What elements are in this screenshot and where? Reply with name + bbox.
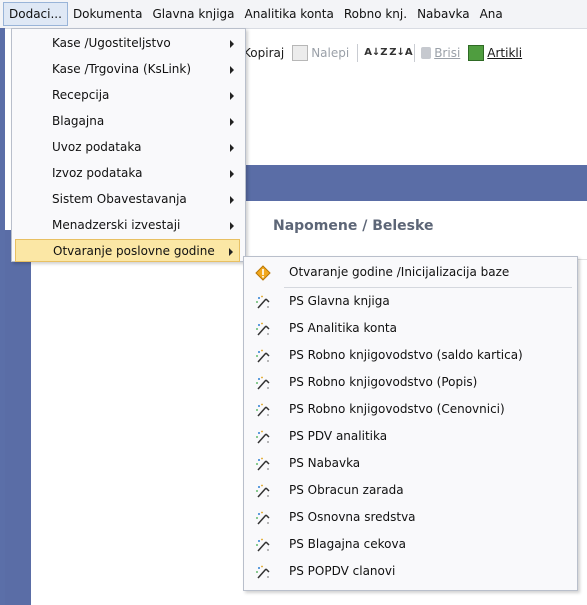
submenu-item-label: PS Nabavka [289,456,361,470]
menu-bar: Dodaci... Dokumenta Glavna knjiga Analit… [0,0,587,29]
submenu-arrow-icon [230,170,234,178]
menu-item-label: Blagajna [52,114,105,128]
menu-item-kase-trgovina[interactable]: Kase /Trgovina (KsLink) [15,58,240,81]
wizard-icon [256,484,270,498]
sort-az-icon: A↓Z [364,47,388,58]
submenu-item-ps-obracun-zarada[interactable]: PS Obracun zarada [247,477,572,504]
menu-item-otvaranje-poslovne-godine[interactable]: Otvaranje poslovne godine [15,239,240,262]
menu-item-label: Kase /Trgovina (KsLink) [52,62,192,76]
submenu-item-label: PS Analitika konta [289,321,397,335]
menu-item-kase-ugostiteljstvo[interactable]: Kase /Ugostiteljstvo [15,32,240,55]
menu-nabavka[interactable]: Nabavka [412,2,475,26]
warning-diamond-icon [255,265,271,281]
menu-item-label: Sistem Obavestavanja [52,192,187,206]
menu-item-blagajna[interactable]: Blagajna [15,110,240,133]
menu-item-label: Uvoz podataka [52,140,142,154]
submenu-item-label: PS Glavna knjiga [289,294,390,308]
toolbar-separator [414,44,416,62]
copy-button[interactable]: Kopiraj [243,46,284,60]
submenu-item-label: PS Blagajna cekova [289,537,406,551]
menu-dokumenta[interactable]: Dokumenta [68,2,148,26]
submenu-item-ps-pdv-analitika[interactable]: PS PDV analitika [247,423,572,450]
submenu-item-ps-nabavka[interactable]: PS Nabavka [247,450,572,477]
submenu-item-label: PS Robno knjigovodstvo (Popis) [289,375,478,389]
delete-button[interactable]: Brisi [421,46,460,60]
submenu-item-ps-robno-popis[interactable]: PS Robno knjigovodstvo (Popis) [247,369,572,396]
menu-dodaci[interactable]: Dodaci... [3,2,68,26]
otvaranje-godine-submenu: Otvaranje godine /Inicijalizacija baze P… [243,256,578,591]
articles-label: Artikli [487,46,523,60]
submenu-item-ps-blagajna-cekova[interactable]: PS Blagajna cekova [247,531,572,558]
wizard-icon [256,511,270,525]
menu-item-label: Kase /Ugostiteljstvo [52,36,171,50]
menu-glavna-knjiga[interactable]: Glavna knjiga [147,2,239,26]
book-icon [468,45,485,61]
menu-item-izvoz-podataka[interactable]: Izvoz podataka [15,162,240,185]
submenu-arrow-icon [230,66,234,74]
submenu-arrow-icon [230,40,234,48]
menu-item-uvoz-podataka[interactable]: Uvoz podataka [15,136,240,159]
submenu-arrow-icon [230,144,234,152]
menu-item-sistem-obavestavanja[interactable]: Sistem Obavestavanja [15,188,240,211]
submenu-item-ps-osnovna-sredstva[interactable]: PS Osnovna sredstva [247,504,572,531]
submenu-item-label: PS Osnovna sredstva [289,510,416,524]
panel-title: Napomene / Beleske [273,218,434,234]
paste-icon [292,45,309,61]
articles-button[interactable]: Artikli [468,45,522,61]
submenu-arrow-icon [230,222,234,230]
submenu-item-ps-glavna-knjiga[interactable]: PS Glavna knjiga [247,288,572,315]
wizard-icon [256,430,270,444]
wizard-icon [256,538,270,552]
wizard-icon [256,295,270,309]
paste-button[interactable]: Nalepi [292,45,349,61]
sort-za-icon: Z↓A [389,47,413,58]
menu-item-label: Otvaranje poslovne godine [53,244,215,258]
header-band [243,165,587,201]
wizard-icon [256,322,270,336]
toolbar: Kopiraj Nalepi A↓Z Z↓A Brisi Artikli [243,40,587,66]
toolbar-separator [357,44,359,62]
submenu-item-ps-popdv-clanovi[interactable]: PS POPDV clanovi [247,558,572,585]
submenu-item-label: Otvaranje godine /Inicijalizacija baze [289,265,510,279]
sort-za-button[interactable]: Z↓A [389,46,413,60]
submenu-arrow-icon [229,248,233,256]
submenu-item-label: PS POPDV clanovi [289,564,396,578]
submenu-item-inicijalizacija-baze[interactable]: Otvaranje godine /Inicijalizacija baze [247,259,572,286]
menu-analitika-truncated[interactable]: Ana [475,2,508,26]
copy-label: Kopiraj [243,46,285,60]
submenu-item-label: PS Robno knjigovodstvo (saldo kartica) [289,348,523,362]
menu-robno-knj[interactable]: Robno knj. [339,2,412,26]
paste-label: Nalepi [311,46,350,60]
menu-item-label: Menadzerski izvestaji [52,218,181,232]
submenu-item-ps-robno-saldo-kartica[interactable]: PS Robno knjigovodstvo (saldo kartica) [247,342,572,369]
submenu-arrow-icon [230,118,234,126]
submenu-item-ps-analitika-konta[interactable]: PS Analitika konta [247,315,572,342]
left-side-panel [5,230,31,605]
submenu-item-label: PS PDV analitika [289,429,388,443]
wizard-icon [256,457,270,471]
wizard-icon [256,376,270,390]
submenu-arrow-icon [230,92,234,100]
submenu-arrow-icon [230,196,234,204]
delete-label: Brisi [434,46,461,60]
sort-az-button[interactable]: A↓Z [364,46,388,60]
dodaci-dropdown-menu: Kase /Ugostiteljstvo Kase /Trgovina (KsL… [11,28,246,262]
wizard-icon [256,565,270,579]
trash-icon [421,47,432,59]
menu-item-label: Izvoz podataka [52,166,143,180]
wizard-icon [256,403,270,417]
menu-item-label: Recepcija [52,88,110,102]
menu-analitika-konta[interactable]: Analitika konta [240,2,339,26]
submenu-item-label: PS Obracun zarada [289,483,404,497]
wizard-icon [256,349,270,363]
menu-item-recepcija[interactable]: Recepcija [15,84,240,107]
submenu-item-ps-robno-cenovnici[interactable]: PS Robno knjigovodstvo (Cenovnici) [247,396,572,423]
submenu-item-label: PS Robno knjigovodstvo (Cenovnici) [289,402,505,416]
menu-item-menadzerski-izvestaji[interactable]: Menadzerski izvestaji [15,214,240,237]
